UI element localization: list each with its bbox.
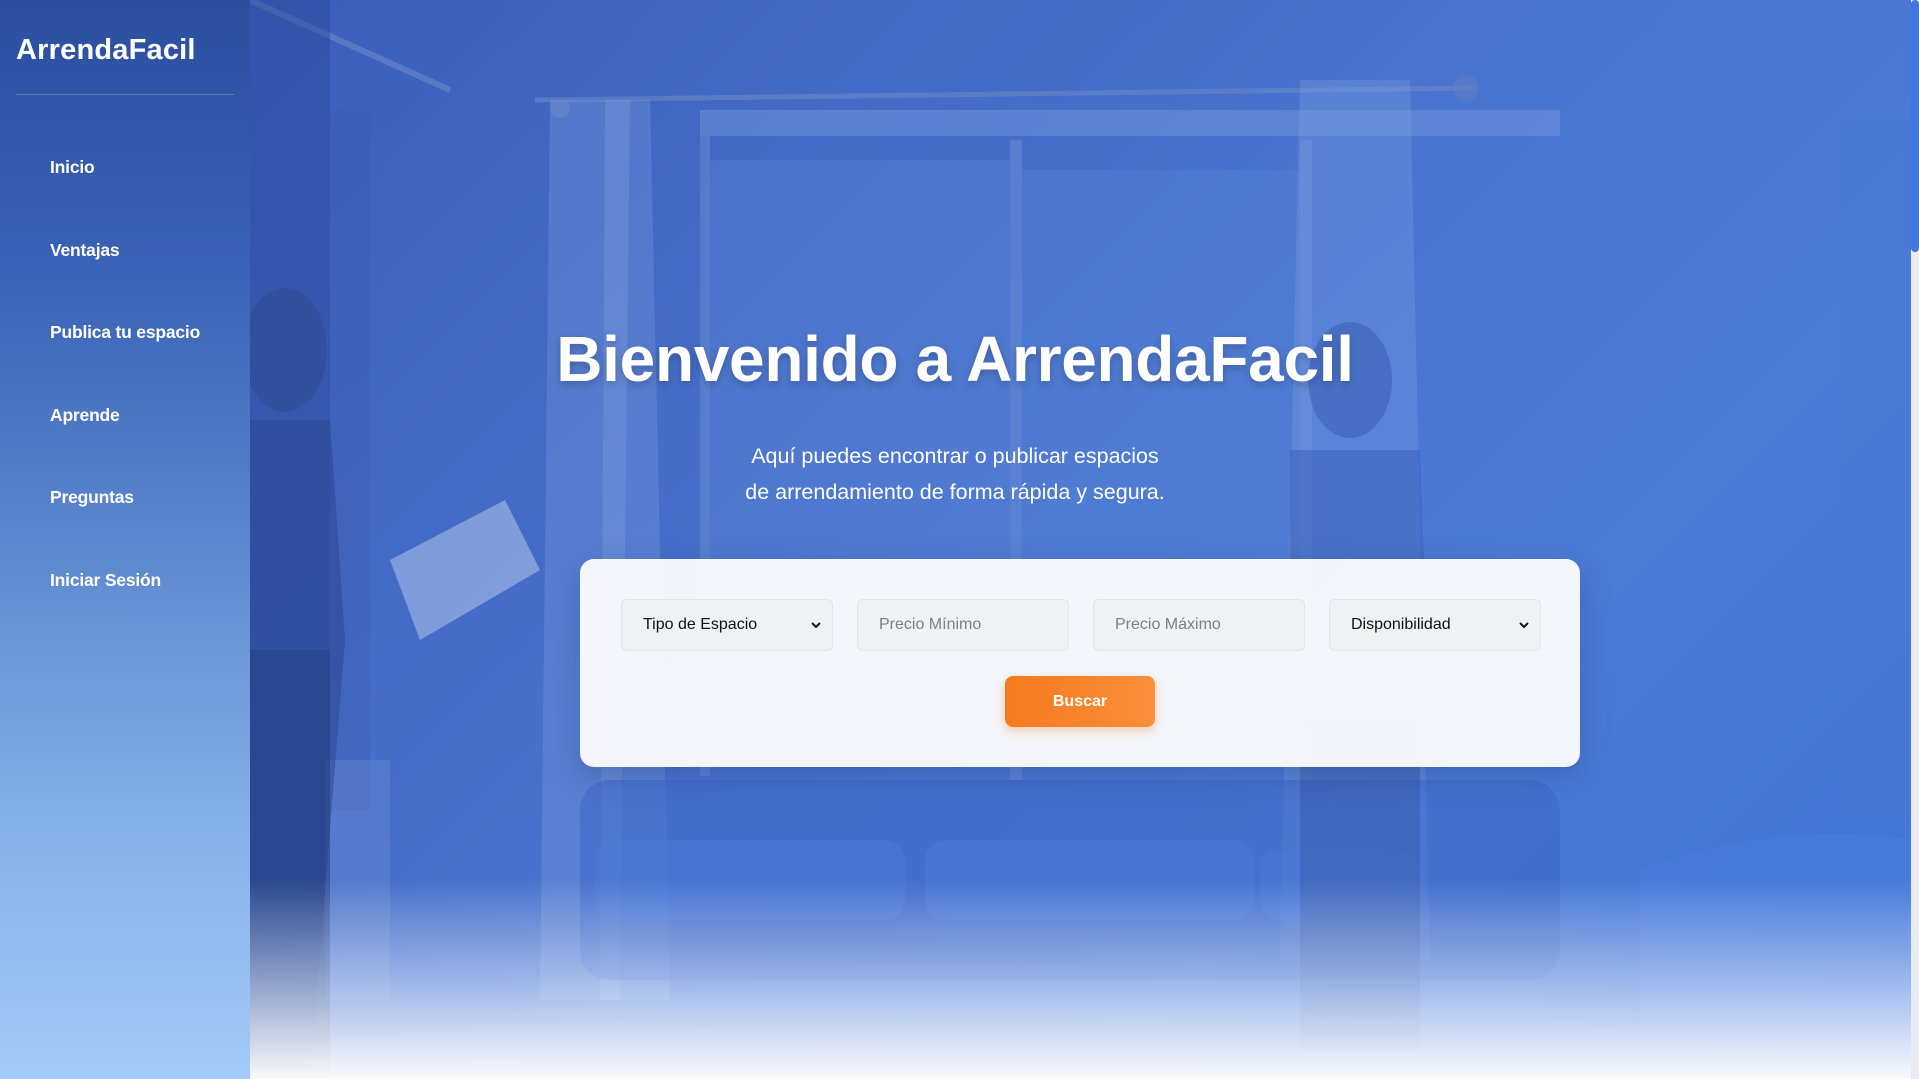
- hero-section: Bienvenido a ArrendaFacil Aquí puedes en…: [250, 0, 1919, 1079]
- nav-item-preguntas[interactable]: Preguntas: [0, 470, 250, 553]
- availability-selected: Disponibilidad: [1351, 616, 1451, 633]
- search-button[interactable]: Buscar: [1005, 676, 1155, 727]
- min-price-input[interactable]: Precio Mínimo: [857, 599, 1069, 651]
- hero-bottom-fade: [250, 879, 1919, 1079]
- min-price-placeholder: Precio Mínimo: [879, 616, 982, 633]
- app-root: ArrendaFacil Inicio Ventajas Publica tu …: [0, 0, 1919, 1079]
- scrollbar-thumb[interactable]: [1911, 0, 1919, 252]
- space-type-select[interactable]: Tipo de Espacio: [621, 599, 833, 651]
- search-card: Tipo de Espacio Precio Mínimo Precio Máx…: [580, 559, 1580, 767]
- hero-subtitle: Aquí puedes encontrar o publicar espacio…: [745, 444, 1165, 504]
- nav-item-publica-tu-espacio[interactable]: Publica tu espacio: [0, 305, 250, 388]
- brand-logo[interactable]: ArrendaFacil: [16, 34, 196, 67]
- max-price-input[interactable]: Precio Máximo: [1093, 599, 1305, 651]
- hero-title: Bienvenido a ArrendaFacil: [556, 323, 1354, 395]
- chevron-down-icon: [1519, 622, 1529, 629]
- max-price-placeholder: Precio Máximo: [1115, 616, 1221, 633]
- chevron-down-icon: [811, 622, 821, 629]
- nav-item-iniciar-sesion[interactable]: Iniciar Sesión: [0, 553, 250, 636]
- availability-select[interactable]: Disponibilidad: [1329, 599, 1541, 651]
- nav-item-inicio[interactable]: Inicio: [0, 140, 250, 223]
- page-scrollbar[interactable]: [1911, 0, 1919, 1079]
- nav-item-aprende[interactable]: Aprende: [0, 388, 250, 471]
- space-type-selected: Tipo de Espacio: [643, 616, 758, 633]
- nav-item-ventajas[interactable]: Ventajas: [0, 223, 250, 306]
- brand-divider: [16, 94, 234, 95]
- sidebar-nav: Inicio Ventajas Publica tu espacio Apren…: [0, 140, 250, 635]
- sidebar: ArrendaFacil Inicio Ventajas Publica tu …: [0, 0, 250, 1079]
